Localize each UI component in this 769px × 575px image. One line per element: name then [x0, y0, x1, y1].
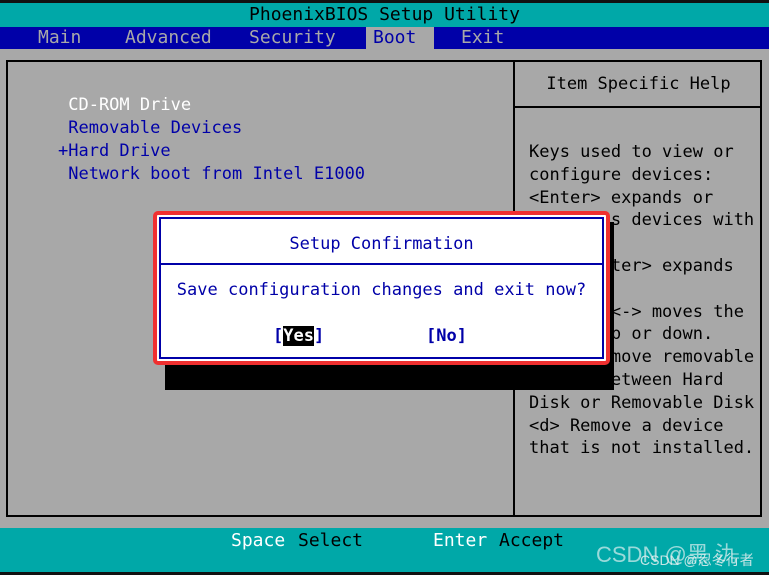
boot-order-list: CD-ROM Drive Removable Devices +Hard Dri… — [58, 94, 365, 186]
app-title: PhoenixBIOS Setup Utility — [0, 3, 769, 27]
menu-tab-security[interactable]: Security — [242, 27, 343, 49]
help-title-separator — [515, 106, 762, 108]
key-space-desc: Select — [298, 530, 364, 551]
menu-tab-advanced[interactable]: Advanced — [118, 27, 219, 49]
yes-bracket-open: [ — [273, 326, 284, 346]
boot-item-hard-drive[interactable]: +Hard Drive — [58, 140, 365, 163]
no-button[interactable]: [No] — [426, 324, 467, 348]
help-line: Keys used to view or — [529, 142, 734, 162]
watermark-secondary: CSDN @忍冬行者 — [640, 552, 754, 568]
key-space: Space — [231, 530, 286, 551]
setup-confirmation-dialog: Setup Confirmation Save configuration ch… — [159, 217, 604, 359]
dialog-message: Save configuration changes and exit now? — [176, 280, 587, 300]
dialog-separator — [161, 263, 602, 265]
menu-bar: Main Advanced Security Boot Exit — [0, 27, 769, 49]
yes-button[interactable]: [Yes] — [273, 324, 324, 348]
dialog-title: Setup Confirmation — [289, 234, 474, 254]
help-line: Disk or Removable Disk — [529, 392, 755, 413]
yes-bracket-close: ] — [313, 326, 325, 346]
help-line: <d> Remove a device — [529, 415, 724, 436]
help-line: <Enter> expands or — [529, 187, 714, 208]
boot-item-removable[interactable]: Removable Devices — [58, 117, 365, 140]
boot-item-network[interactable]: Network boot from Intel E1000 — [58, 163, 365, 186]
help-panel-title: Item Specific Help — [546, 74, 731, 94]
help-line: configure devices: — [529, 164, 714, 185]
boot-item-cdrom[interactable]: CD-ROM Drive — [58, 94, 365, 117]
menu-tab-boot[interactable]: Boot — [366, 27, 434, 49]
key-enter-desc: Accept — [499, 530, 565, 551]
menu-tab-main[interactable]: Main — [31, 27, 88, 49]
bios-screen: PhoenixBIOS Setup Utility Main Advanced … — [0, 0, 769, 575]
yes-label: Yes — [283, 326, 314, 346]
menu-tab-exit[interactable]: Exit — [454, 27, 511, 49]
help-line: that is not installed. — [529, 438, 755, 459]
key-enter: Enter — [433, 530, 488, 551]
